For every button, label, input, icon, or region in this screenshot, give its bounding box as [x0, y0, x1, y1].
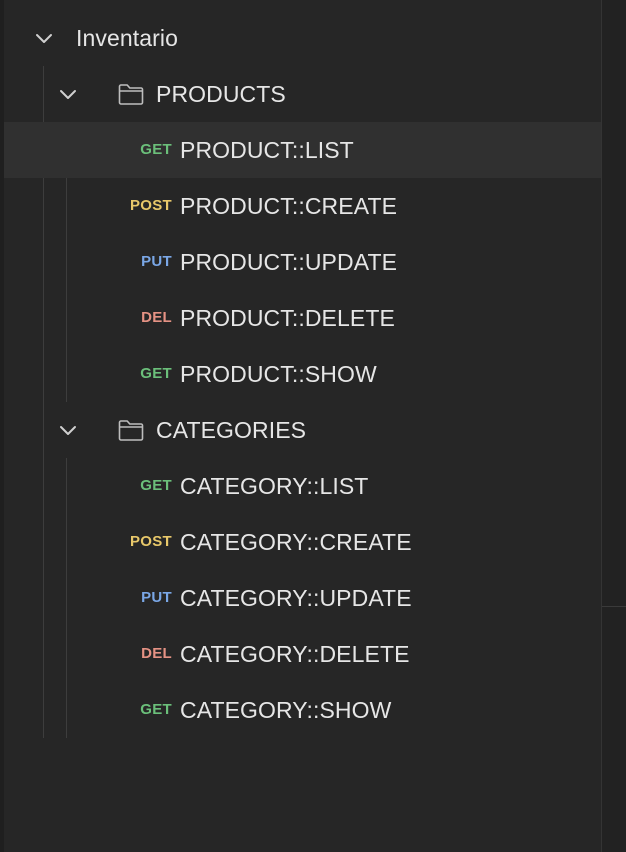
folder-icon — [117, 82, 145, 106]
collection-row[interactable]: Inventario — [4, 10, 601, 66]
method-badge: DEL — [141, 645, 172, 662]
request-name: PRODUCT::CREATE — [180, 193, 398, 219]
request-name: CATEGORY::LIST — [180, 473, 369, 499]
request-row[interactable]: DEL CATEGORY::DELETE — [4, 626, 601, 682]
request-row[interactable]: GET CATEGORY::SHOW — [4, 682, 601, 738]
folder-row-categories[interactable]: CATEGORIES — [4, 402, 601, 458]
method-badge: DEL — [141, 309, 172, 326]
method-badge: GET — [140, 701, 172, 718]
request-row[interactable]: PUT PRODUCT::UPDATE — [4, 234, 601, 290]
method-badge: POST — [129, 533, 172, 550]
folder-name: PRODUCTS — [156, 81, 286, 107]
collection-name: Inventario — [76, 25, 179, 51]
method-badge: GET — [140, 365, 172, 382]
request-row[interactable]: GET PRODUCT::LIST — [4, 122, 601, 178]
request-name: PRODUCT::LIST — [180, 137, 354, 163]
request-name: PRODUCT::DELETE — [180, 305, 395, 331]
chevron-down-icon[interactable] — [34, 28, 54, 48]
request-name: CATEGORY::UPDATE — [180, 585, 412, 611]
chevron-down-icon[interactable] — [58, 420, 78, 440]
adjacent-pane — [602, 0, 626, 852]
method-badge: GET — [140, 141, 172, 158]
pane-separator — [602, 606, 626, 607]
request-row[interactable]: POST CATEGORY::CREATE — [4, 514, 601, 570]
method-badge: GET — [140, 477, 172, 494]
folder-name: CATEGORIES — [156, 417, 307, 443]
chevron-down-icon[interactable] — [58, 84, 78, 104]
request-name: CATEGORY::SHOW — [180, 697, 392, 723]
request-name: PRODUCT::SHOW — [180, 361, 377, 387]
request-name: CATEGORY::CREATE — [180, 529, 412, 555]
method-badge: POST — [129, 197, 172, 214]
sidebar-panel: Inventario PRODUCTS GET PRODUCT::LIST PO… — [0, 0, 601, 852]
method-badge: PUT — [141, 253, 172, 270]
request-name: PRODUCT::UPDATE — [180, 249, 398, 275]
request-row[interactable]: POST PRODUCT::CREATE — [4, 178, 601, 234]
request-name: CATEGORY::DELETE — [180, 641, 410, 667]
request-row[interactable]: GET CATEGORY::LIST — [4, 458, 601, 514]
folder-row-products[interactable]: PRODUCTS — [4, 66, 601, 122]
method-badge: PUT — [141, 589, 172, 606]
folder-icon — [117, 418, 145, 442]
request-row[interactable]: PUT CATEGORY::UPDATE — [4, 570, 601, 626]
request-row[interactable]: DEL PRODUCT::DELETE — [4, 290, 601, 346]
request-row[interactable]: GET PRODUCT::SHOW — [4, 346, 601, 402]
